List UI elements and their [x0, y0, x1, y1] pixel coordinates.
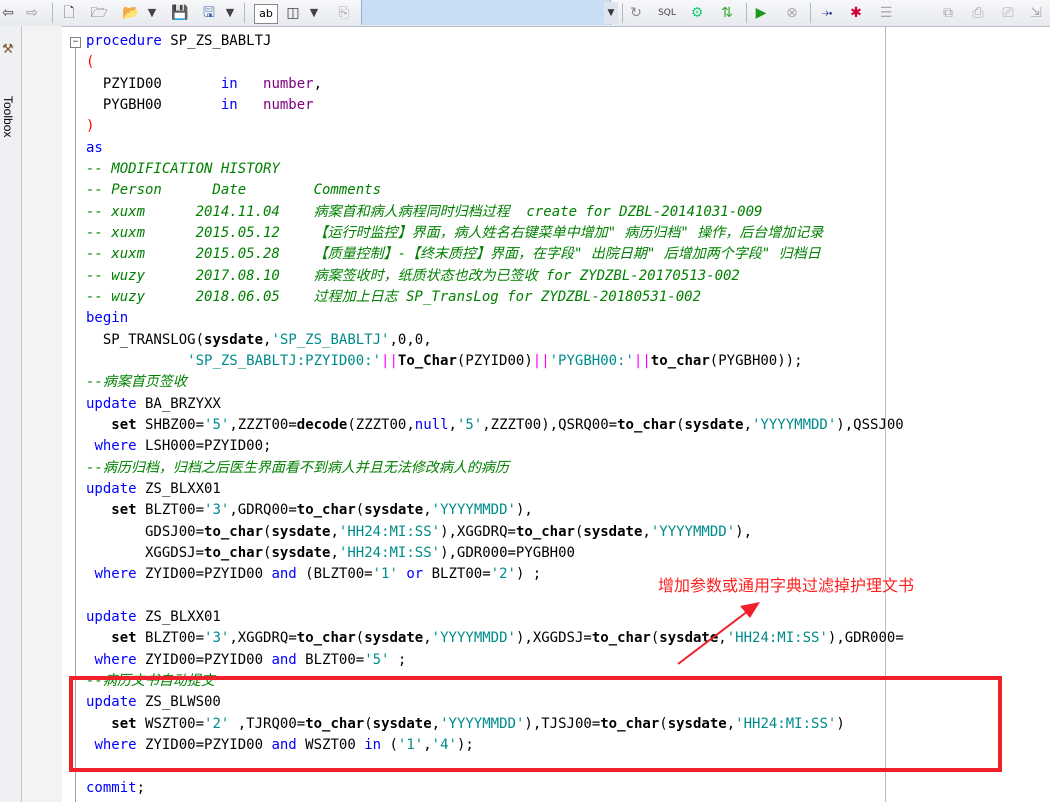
annotation-text: 增加参数或通用字典过滤掉护理文书: [658, 576, 915, 595]
annotation-arrow-icon: [677, 602, 760, 665]
